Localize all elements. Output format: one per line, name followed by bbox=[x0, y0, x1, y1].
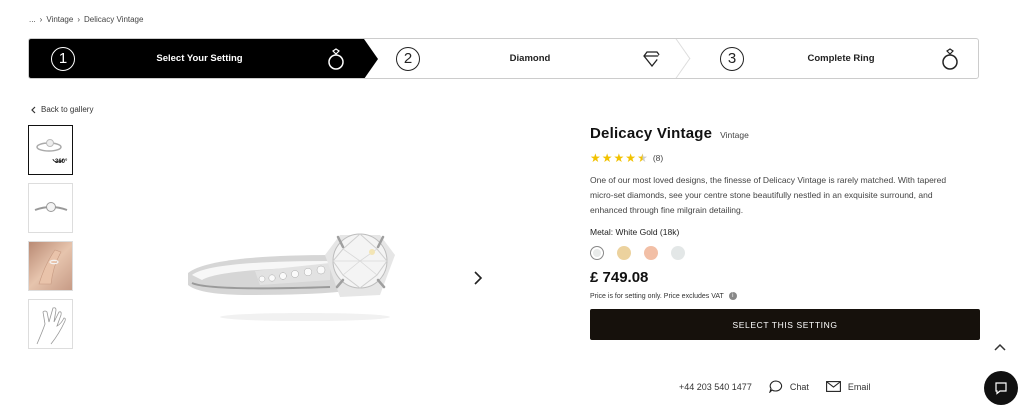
back-to-gallery-link[interactable]: Back to gallery bbox=[30, 105, 93, 114]
back-label: Back to gallery bbox=[41, 105, 94, 114]
product-collection[interactable]: Vintage bbox=[720, 130, 749, 140]
step-diamond[interactable]: 2 Diamond bbox=[364, 39, 680, 78]
product-title: Delicacy Vintage bbox=[590, 125, 713, 142]
chevron-up-icon bbox=[994, 343, 1006, 351]
breadcrumb-current: Delicacy Vintage bbox=[84, 15, 144, 24]
half-star-icon: ★ bbox=[637, 151, 648, 165]
thumbnail-360[interactable]: 360° bbox=[28, 125, 73, 175]
ring-icon bbox=[324, 47, 348, 71]
email-icon bbox=[825, 381, 841, 392]
price-note-text: Price is for setting only. Price exclude… bbox=[590, 292, 724, 300]
star-icon: ★ bbox=[625, 151, 637, 165]
product-main-image bbox=[180, 225, 410, 330]
chat-widget-button[interactable] bbox=[984, 371, 1018, 405]
info-icon[interactable]: i bbox=[728, 292, 737, 300]
step-number: 1 bbox=[51, 46, 75, 71]
breadcrumb-ellipsis[interactable]: ... bbox=[29, 15, 36, 24]
product-title-row: Delicacy Vintage Vintage bbox=[590, 125, 980, 142]
product-info: Delicacy Vintage Vintage ★ ★ ★ ★ ★ (8) O… bbox=[590, 125, 980, 340]
email-label: Email bbox=[847, 381, 871, 392]
phone-number: +44 203 540 1477 bbox=[679, 381, 752, 392]
thumbnail-hand-photo[interactable] bbox=[28, 241, 73, 291]
product-description: One of our most loved designs, the fines… bbox=[590, 175, 947, 215]
scroll-to-top-button[interactable] bbox=[994, 338, 1006, 356]
rating[interactable]: ★ ★ ★ ★ ★ (8) bbox=[590, 152, 980, 164]
step-select-setting[interactable]: 1 Select Your Setting bbox=[29, 39, 378, 78]
chat-label: Chat bbox=[789, 381, 809, 392]
swatch-yellow-gold[interactable] bbox=[617, 246, 631, 260]
swatch-platinum[interactable] bbox=[671, 246, 685, 260]
chevron-right-icon bbox=[474, 271, 483, 285]
chat-link[interactable]: Chat bbox=[768, 380, 809, 393]
step-number: 2 bbox=[396, 46, 420, 71]
metal-label: Metal: White Gold (18k) bbox=[590, 227, 680, 237]
thumbnail-list: 360° bbox=[28, 125, 73, 349]
breadcrumb: ... › Vintage › Delicacy Vintage bbox=[29, 15, 143, 24]
step-complete-ring[interactable]: 3 Complete Ring bbox=[680, 39, 978, 78]
email-link[interactable]: Email bbox=[825, 381, 871, 392]
chat-bubble-icon bbox=[768, 380, 782, 393]
review-count[interactable]: (8) bbox=[653, 153, 663, 163]
star-icon: ★ bbox=[590, 151, 601, 165]
step-label: Diamond bbox=[509, 53, 551, 64]
step-label: Complete Ring bbox=[807, 53, 875, 64]
price-note: Price is for setting only. Price exclude… bbox=[590, 292, 980, 300]
next-image-button[interactable] bbox=[473, 270, 483, 291]
diamond-icon bbox=[640, 47, 664, 71]
chat-icon bbox=[995, 382, 1007, 395]
select-setting-button[interactable]: SELECT THIS SETTING bbox=[590, 309, 980, 340]
metal-swatches bbox=[590, 246, 980, 260]
contact-bar: +44 203 540 1477 Chat Email bbox=[679, 380, 887, 393]
phone-link[interactable]: +44 203 540 1477 bbox=[679, 382, 752, 392]
price: £ 749.08 bbox=[590, 269, 649, 286]
breadcrumb-vintage[interactable]: Vintage bbox=[46, 15, 73, 24]
breadcrumb-separator: › bbox=[77, 15, 81, 24]
breadcrumb-separator: › bbox=[39, 15, 43, 24]
swatch-white-gold[interactable] bbox=[590, 246, 604, 260]
chevron-left-icon bbox=[31, 106, 36, 113]
star-icon: ★ bbox=[601, 151, 613, 165]
star-icon: ★ bbox=[613, 151, 625, 165]
step-progress: 1 Select Your Setting 2 Diamond 3 Comple… bbox=[28, 38, 979, 79]
thumbnail-front[interactable] bbox=[28, 183, 73, 233]
step-number: 3 bbox=[720, 46, 744, 71]
swatch-rose-gold[interactable] bbox=[644, 246, 658, 260]
thumbnail-hand-sketch[interactable] bbox=[28, 299, 73, 349]
step-label: Select Your Setting bbox=[156, 53, 243, 64]
ring-icon bbox=[938, 47, 962, 71]
